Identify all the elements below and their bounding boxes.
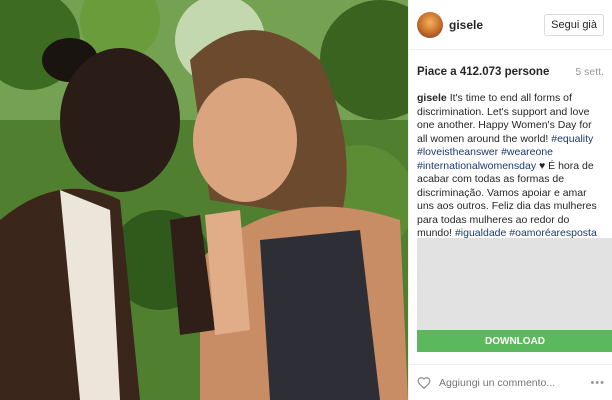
more-options-icon[interactable]: ••• [590, 377, 605, 389]
following-button[interactable]: Segui già [544, 13, 604, 36]
avatar[interactable] [417, 11, 443, 38]
likes-row: Piace a 412.073 persone 5 sett. [409, 50, 612, 84]
ad-placeholder [417, 238, 612, 330]
likes-count[interactable]: Piace a 412.073 persone [417, 66, 549, 78]
caption-body: It's time to end all forms of discrimina… [417, 92, 597, 253]
download-button[interactable]: DOWNLOAD [417, 330, 612, 352]
comment-input[interactable] [439, 376, 591, 389]
post-header: gisele Segui già [409, 0, 612, 50]
hashtag-link[interactable]: #weareone [501, 146, 553, 158]
hashtag-link[interactable]: #equality [551, 133, 593, 145]
caption-author[interactable]: gisele [417, 92, 447, 104]
heart-icon[interactable] [417, 376, 431, 390]
post-timestamp[interactable]: 5 sett. [575, 66, 604, 78]
post-side-panel: gisele Segui già Piace a 412.073 persone… [408, 0, 612, 400]
post-caption: gisele It's time to end all forms of dis… [409, 84, 612, 254]
hashtag-link[interactable]: #loveistheanswer [417, 146, 498, 158]
hashtag-link[interactable]: #internationalwomensday [417, 160, 536, 172]
photo-illustration [0, 0, 408, 400]
post-photo[interactable] [0, 0, 408, 400]
username[interactable]: gisele [449, 18, 544, 32]
comment-bar: ••• [409, 364, 612, 400]
